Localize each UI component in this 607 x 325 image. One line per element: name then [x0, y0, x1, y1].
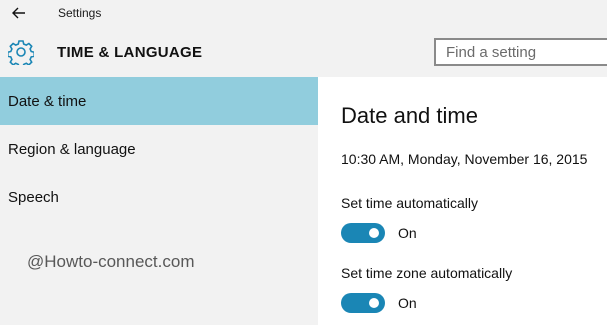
search-box[interactable] — [434, 38, 607, 66]
settings-window: Settings TIME & LANGUAGE Date & time Reg… — [0, 0, 607, 325]
header: TIME & LANGUAGE — [0, 27, 607, 77]
set-time-zone-automatically-toggle[interactable] — [341, 293, 385, 313]
watermark: @Howto-connect.com — [27, 252, 195, 271]
set-time-zone-automatically-label: Set time zone automatically — [341, 265, 513, 281]
sidebar-item-speech[interactable]: Speech — [0, 173, 318, 221]
sidebar-item-label: Speech — [8, 189, 59, 206]
current-datetime: 10:30 AM, Monday, November 16, 2015 — [341, 151, 588, 167]
toggle-knob — [369, 298, 379, 308]
gear-icon — [8, 40, 34, 65]
main-content: Date and time 10:30 AM, Monday, November… — [318, 77, 607, 325]
section-title: TIME & LANGUAGE — [57, 44, 203, 61]
sidebar-item-region-language[interactable]: Region & language — [0, 125, 318, 173]
back-button[interactable] — [8, 3, 30, 23]
sidebar-item-label: Region & language — [8, 141, 136, 158]
sidebar-item-label: Date & time — [8, 93, 87, 110]
arrow-left-icon — [12, 7, 25, 19]
toggle-state-label: On — [398, 295, 417, 311]
app-title: Settings — [58, 6, 102, 20]
set-time-automatically-label: Set time automatically — [341, 195, 478, 211]
toggle-state-label: On — [398, 225, 417, 241]
sidebar-item-date-time[interactable]: Date & time — [0, 77, 318, 125]
search-input[interactable] — [436, 40, 606, 64]
sidebar: Date & time Region & language Speech @Ho… — [0, 77, 318, 325]
page-title: Date and time — [341, 103, 478, 128]
title-bar: Settings — [0, 0, 607, 27]
set-time-automatically-toggle[interactable] — [341, 223, 385, 243]
toggle-knob — [369, 228, 379, 238]
